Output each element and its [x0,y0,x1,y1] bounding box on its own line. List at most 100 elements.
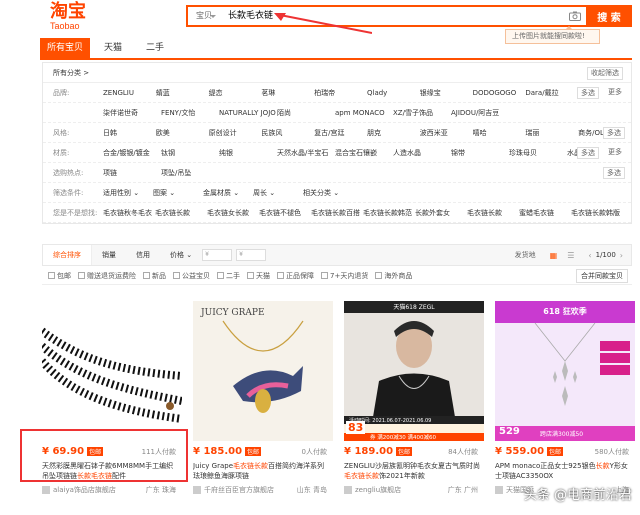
prev-page-icon[interactable]: ‹ [588,251,591,260]
filter-option[interactable]: apm MONACO [335,109,393,117]
multi-select-button[interactable]: 多选 [577,87,599,99]
filter-option[interactable]: 缇恋 [209,88,262,98]
filter-option[interactable]: 毛衣链长款韩范 [363,208,415,218]
filter-option[interactable]: 金属材质 ⌄ [203,188,253,198]
filter-option[interactable]: 毛衣链秋冬毛衣 [103,208,155,218]
option-checkbox[interactable]: 天猫 [247,271,270,281]
filter-option[interactable]: NATURALLY JOJO [219,109,277,117]
taobao-logo[interactable]: 淘宝 Taobao [50,3,100,32]
product-image[interactable]: 618 狂欢季 529 跨店满300减50 [495,301,635,441]
option-checkbox[interactable]: 海外商品 [375,271,412,281]
product-card[interactable]: 618 狂欢季 529 跨店满300减50 ¥ 559.00 包邮 580人付款 A… [495,301,635,511]
filter-option[interactable]: 锦带 [451,148,509,158]
filter-option[interactable]: 原创设计 [209,128,262,138]
product-title[interactable]: ZENGLIU沙层族氰明钟毛衣女夏古气质时尚毛衣链长款饰2021年新款 [344,461,484,481]
option-checkbox[interactable]: 新品 [143,271,166,281]
filter-option[interactable]: 图案 ⌄ [153,188,203,198]
filter-option[interactable]: 长款外套女 [415,208,467,218]
product-card[interactable]: 天猫618 ZEGL 活动时间: 2021.06.07-2021.06.09 8… [344,301,484,511]
filter-option[interactable]: 毛衣链长款韩版 [571,208,623,218]
filter-option[interactable]: Dara/戴拉 [525,88,578,98]
filter-option[interactable]: 蜻蓝 [156,88,209,98]
filter-option[interactable]: 天然水晶/半宝石 [277,148,335,158]
checkbox-icon[interactable] [78,272,85,279]
filter-option[interactable]: 陌尚 [277,108,335,118]
filter-option[interactable]: XZ/雪子饰品 [393,108,451,118]
multi-select-button[interactable]: 多选 [603,167,625,179]
product-image[interactable]: 天猫618 ZEGL 活动时间: 2021.06.07-2021.06.09 8… [344,301,484,441]
filter-option[interactable]: 人造水晶 [393,148,451,158]
checkbox-icon[interactable] [375,272,383,279]
filter-option[interactable]: 日韩 [103,128,156,138]
filter-option[interactable]: 波西米亚 [420,128,473,138]
filter-option[interactable]: 纯银 [219,148,277,158]
filter-option[interactable]: AJIDOU/阿吉豆 [451,108,509,118]
filter-option[interactable]: 欧美 [156,128,209,138]
search-category-select[interactable]: 宝贝 [188,7,220,25]
filter-option[interactable]: 周长 ⌄ [253,188,303,198]
checkbox-icon[interactable] [217,272,224,279]
filter-option[interactable]: 朋克 [367,128,420,138]
filter-option[interactable]: 民族风 [261,128,314,138]
filter-option[interactable]: DODOGOGO [473,89,526,97]
filter-option[interactable]: 毛衣链长款 [467,208,519,218]
option-checkbox[interactable]: 赠送退货运费险 [78,271,136,281]
filter-option[interactable]: 茗琳 [261,88,314,98]
sort-sales[interactable]: 销量 [92,245,126,265]
shop-name[interactable]: 千府丝百臣官方旗舰店 [204,485,274,495]
merge-same-button[interactable]: 合并同款宝贝 [576,268,628,283]
checkbox-icon[interactable] [321,272,328,279]
filter-option[interactable]: ZENGLIU [103,89,156,97]
filter-option[interactable]: 嘻哈 [473,128,526,138]
price-to-input[interactable]: ¥ [236,249,267,261]
tab-tmall[interactable]: 天猫 [94,38,132,58]
product-title[interactable]: Juicy Grape毛衣链长款百搭简约海洋系列珐琅鲸鱼海豚项链 [193,461,333,481]
checkbox-icon[interactable] [143,272,150,279]
filter-option[interactable]: 项链 [103,168,161,178]
product-image[interactable] [42,301,182,441]
checkbox-icon[interactable] [247,272,254,279]
filter-option[interactable]: 项坠/吊坠 [161,168,219,178]
search-button[interactable]: 搜 索 [586,5,632,27]
sort-price[interactable]: 价格 ⌄ [160,245,202,265]
filter-option[interactable]: 柒伴诺世奇 [103,108,161,118]
product-card[interactable]: JUICY GRAPE ¥ 185.00 包邮 0人付款 Juicy Grape毛衣… [193,301,333,511]
product-image[interactable]: JUICY GRAPE [193,301,333,441]
price-from-input[interactable]: ¥ [202,249,233,261]
fold-filters-button[interactable]: 收起筛选 [587,67,623,80]
multi-select-button[interactable]: 多选 [577,147,599,159]
filter-option[interactable]: 毛衣链长款百搭 [311,208,363,218]
camera-icon[interactable] [564,7,586,25]
multi-select-button[interactable]: 多选 [603,127,625,139]
more-button[interactable]: 更多 [605,87,625,99]
next-page-icon[interactable]: › [620,251,623,260]
shop-name[interactable]: alaiya饰品店旗舰店 [53,485,116,495]
filter-option[interactable]: 珍珠母贝 [509,148,567,158]
all-categories[interactable]: 所有分类 > 收起筛选 [43,63,631,83]
ship-from-select[interactable]: 发货地 [515,250,536,260]
filter-option[interactable]: 适用性别 ⌄ [103,188,153,198]
filter-option[interactable]: 相关分类 ⌄ [303,188,353,198]
option-checkbox[interactable]: 包邮 [48,271,71,281]
filter-option[interactable]: 毛衣链长款 [155,208,207,218]
sort-credit[interactable]: 信用 [126,245,160,265]
filter-option[interactable]: 钛钢 [161,148,219,158]
option-checkbox[interactable]: 7+天内退货 [321,271,368,281]
filter-option[interactable]: 蜜蜡毛衣链 [519,208,571,218]
filter-option[interactable]: Qlady [367,89,420,97]
filter-option[interactable]: 混合宝石镶嵌 [335,148,393,158]
filter-option[interactable]: 瑞丽 [525,128,578,138]
shop-name[interactable]: zengliu旗舰店 [355,485,401,495]
filter-option[interactable]: 毛衣链女长款 [207,208,259,218]
tab-all[interactable]: 所有宝贝 [40,38,90,58]
tab-secondhand[interactable]: 二手 [136,38,174,58]
list-view-icon[interactable]: ☰ [567,251,574,260]
option-checkbox[interactable]: 公益宝贝 [173,271,210,281]
filter-option[interactable]: 银缘宝 [420,88,473,98]
option-checkbox[interactable]: 正品保障 [277,271,314,281]
more-button[interactable]: 更多 [605,147,625,159]
sort-default[interactable]: 综合排序 [43,245,92,265]
checkbox-icon[interactable] [173,272,180,279]
option-checkbox[interactable]: 二手 [217,271,240,281]
filter-option[interactable]: 柏瑞帝 [314,88,367,98]
